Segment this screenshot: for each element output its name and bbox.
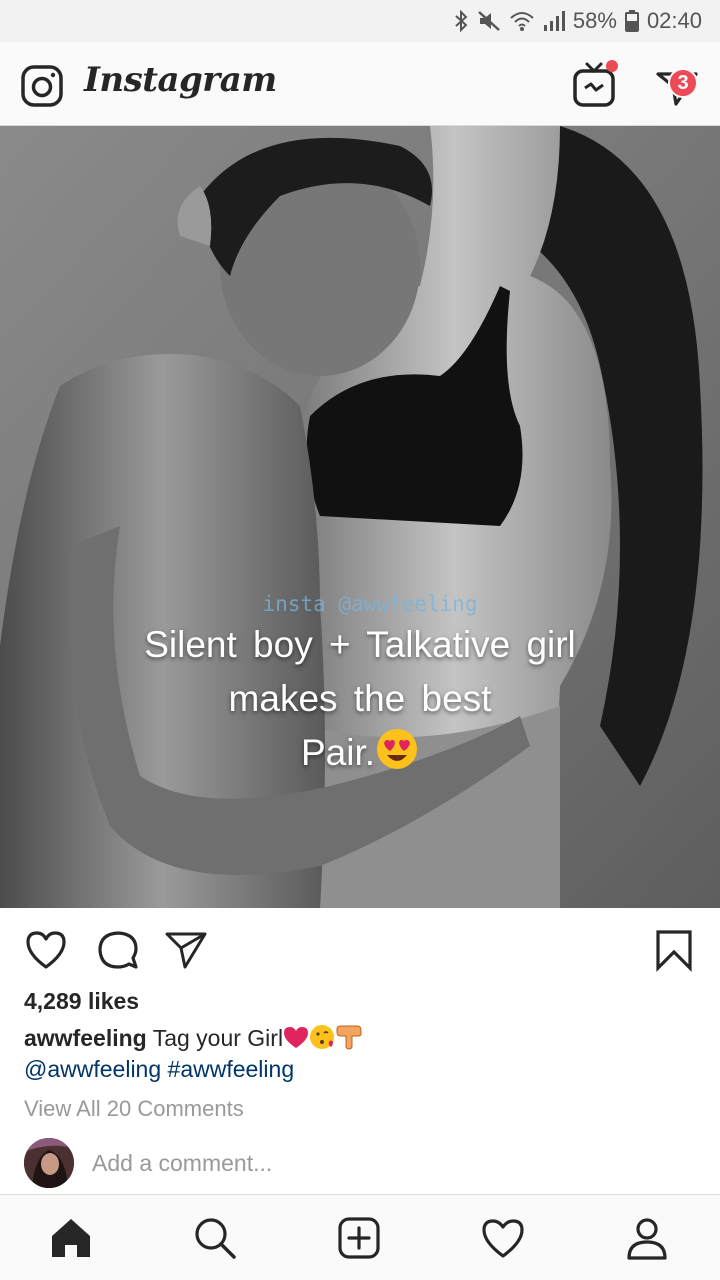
instagram-logo: Instagram	[84, 60, 277, 100]
igtv-button[interactable]	[572, 60, 618, 110]
kissing-face-emoji-icon	[310, 1025, 335, 1049]
add-post-icon	[338, 1217, 380, 1259]
mute-icon	[478, 11, 500, 31]
bookmark-icon	[656, 930, 692, 972]
wifi-icon	[510, 12, 534, 31]
caption-hashtags[interactable]: @awwfeeling #awwfeeling	[24, 1056, 294, 1083]
like-button[interactable]	[24, 928, 68, 972]
heart-eyes-emoji-icon	[377, 729, 418, 769]
like-icon	[26, 931, 66, 969]
post-image[interactable]: insta @awwfeeling Silent boy + Talkative…	[0, 126, 720, 908]
comment-button[interactable]	[96, 928, 140, 972]
avatar	[24, 1138, 74, 1188]
quote-line-3: Pair.	[0, 726, 720, 780]
activity-icon	[482, 1219, 524, 1258]
caption-emojis	[283, 1024, 363, 1056]
image-watermark: insta @awwfeeling	[262, 592, 478, 616]
view-all-comments-link[interactable]: View All 20 Comments	[24, 1096, 244, 1122]
like-count[interactable]: 4,289 likes	[24, 988, 139, 1015]
nav-activity[interactable]	[480, 1215, 526, 1261]
bookmark-button[interactable]	[652, 928, 696, 972]
search-icon	[195, 1218, 236, 1259]
heart-emoji-icon	[284, 1027, 309, 1048]
nav-profile[interactable]	[624, 1215, 670, 1261]
share-button[interactable]	[164, 928, 208, 972]
direct-message-button[interactable]: 3	[654, 60, 704, 110]
post-photo	[0, 126, 720, 908]
dm-badge-count: 3	[668, 68, 698, 98]
battery-percent: 58%	[572, 8, 617, 33]
share-icon	[165, 932, 207, 969]
nav-search[interactable]	[192, 1215, 238, 1261]
bluetooth-icon	[455, 10, 468, 32]
quote-line-3-text: Pair.	[300, 732, 376, 773]
clock: 02:40	[646, 8, 702, 33]
add-comment-row: Add a comment...	[24, 1138, 696, 1188]
caption-text: Tag your Girl	[152, 1025, 284, 1051]
post-actions	[0, 908, 720, 988]
profile-icon	[627, 1218, 667, 1260]
app-header: Instagram 3	[0, 42, 720, 126]
home-icon	[52, 1219, 90, 1257]
igtv-notification-dot	[606, 60, 618, 72]
image-quote: Silent boy + Talkative girl makes the be…	[0, 618, 720, 780]
quote-line-2: makes the best	[228, 678, 492, 719]
caption-username[interactable]: awwfeeling	[24, 1025, 147, 1051]
post-caption: awwfeeling Tag your Girl	[24, 1024, 363, 1056]
nav-add-post[interactable]	[336, 1215, 382, 1261]
comment-icon	[98, 931, 138, 969]
pointing-down-emoji-icon	[336, 1025, 362, 1050]
nav-home[interactable]	[48, 1215, 94, 1261]
avatar-image	[24, 1138, 74, 1188]
signal-icon	[543, 11, 565, 31]
battery-icon	[624, 10, 639, 32]
quote-line-1: Silent boy + Talkative girl	[144, 624, 576, 665]
camera-icon	[21, 65, 63, 107]
status-bar: 58% 02:40	[0, 0, 720, 42]
camera-button[interactable]	[20, 64, 64, 108]
add-comment-input[interactable]: Add a comment...	[92, 1150, 272, 1177]
bottom-nav	[0, 1194, 720, 1280]
